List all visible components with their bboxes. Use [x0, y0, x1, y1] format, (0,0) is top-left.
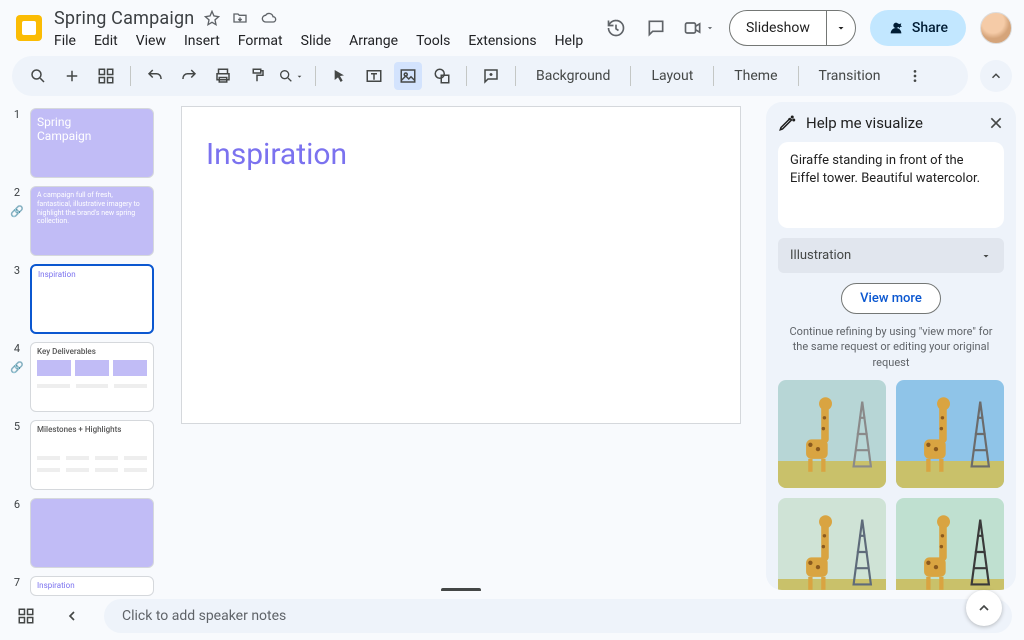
- menu-format[interactable]: Format: [238, 33, 283, 49]
- menu-tools[interactable]: Tools: [416, 33, 450, 49]
- thumbnail-slide-2[interactable]: A campaign full of fresh, fantastical, i…: [30, 186, 154, 256]
- menu-help[interactable]: Help: [555, 33, 584, 49]
- slideshow-dropdown[interactable]: [826, 11, 855, 45]
- notes-resize-handle[interactable]: [441, 588, 481, 592]
- speaker-notes-input[interactable]: Click to add speaker notes: [104, 599, 1012, 633]
- visualize-pencil-icon: [778, 114, 796, 132]
- thumbnail-slide-6[interactable]: [30, 498, 154, 568]
- undo-icon[interactable]: [141, 62, 169, 90]
- slide-title[interactable]: Inspiration: [182, 107, 740, 172]
- slide-canvas[interactable]: Inspiration: [181, 106, 741, 424]
- refine-hint: Continue refining by using "view more" f…: [778, 324, 1004, 370]
- print-icon[interactable]: [209, 62, 237, 90]
- chevron-down-icon: [980, 250, 992, 262]
- explore-fab[interactable]: [966, 590, 1002, 626]
- transition-button[interactable]: Transition: [809, 68, 891, 84]
- visualize-panel: Help me visualize Giraffe standing in fr…: [766, 102, 1016, 590]
- background-button[interactable]: Background: [526, 68, 620, 84]
- app-logo[interactable]: [12, 11, 46, 45]
- generated-images-grid: [778, 380, 1004, 590]
- account-avatar[interactable]: [980, 12, 1012, 44]
- collapse-toolbar-icon[interactable]: [980, 60, 1012, 92]
- image-tool-icon[interactable]: [394, 62, 422, 90]
- style-select[interactable]: Illustration: [778, 238, 1004, 273]
- meet-icon[interactable]: [683, 15, 715, 41]
- cloud-status-icon[interactable]: [260, 10, 278, 26]
- comments-icon[interactable]: [643, 15, 669, 41]
- more-tools-icon[interactable]: [901, 62, 929, 90]
- thumbnail-slide-3[interactable]: Inspiration: [30, 264, 154, 334]
- search-tool-icon[interactable]: [24, 62, 52, 90]
- history-icon[interactable]: [603, 15, 629, 41]
- link-icon: 🔗: [10, 361, 24, 374]
- view-more-button[interactable]: View more: [841, 283, 941, 314]
- theme-button[interactable]: Theme: [724, 68, 787, 84]
- comment-tool-icon[interactable]: [477, 62, 505, 90]
- thumbnail-slide-4[interactable]: Key Deliverables: [30, 342, 154, 412]
- select-tool-icon[interactable]: [326, 62, 354, 90]
- menu-bar: File Edit View Insert Format Slide Arran…: [54, 33, 595, 49]
- link-icon: 🔗: [10, 205, 24, 218]
- generated-image-1[interactable]: [778, 380, 886, 488]
- menu-insert[interactable]: Insert: [184, 33, 220, 49]
- menu-view[interactable]: View: [136, 33, 166, 49]
- grid-view-icon[interactable]: [12, 602, 40, 630]
- menu-file[interactable]: File: [54, 33, 76, 49]
- zoom-icon[interactable]: [277, 62, 305, 90]
- redo-icon[interactable]: [175, 62, 203, 90]
- previous-icon[interactable]: [58, 602, 86, 630]
- thumbnail-slide-1[interactable]: Spring Campaign: [30, 108, 154, 178]
- menu-arrange[interactable]: Arrange: [349, 33, 398, 49]
- prompt-input[interactable]: Giraffe standing in front of the Eiffel …: [778, 142, 1004, 228]
- templates-icon[interactable]: [92, 62, 120, 90]
- share-button[interactable]: Share: [870, 10, 966, 46]
- generated-image-4[interactable]: [896, 498, 1004, 590]
- generated-image-3[interactable]: [778, 498, 886, 590]
- thumbnail-slide-5[interactable]: Milestones + Highlights: [30, 420, 154, 490]
- canvas-area: Inspiration: [164, 102, 766, 598]
- thumbnail-panel: 1 Spring Campaign 2🔗 A campaign full of …: [0, 102, 164, 598]
- slideshow-button[interactable]: Slideshow: [729, 10, 856, 46]
- new-slide-icon[interactable]: [58, 62, 86, 90]
- menu-extensions[interactable]: Extensions: [468, 33, 536, 49]
- menu-slide[interactable]: Slide: [301, 33, 331, 49]
- shape-tool-icon[interactable]: [428, 62, 456, 90]
- document-title[interactable]: Spring Campaign: [54, 8, 194, 29]
- close-icon[interactable]: [988, 115, 1004, 131]
- thumbnail-slide-7[interactable]: Inspiration: [30, 576, 154, 596]
- generated-image-2[interactable]: [896, 380, 1004, 488]
- menu-edit[interactable]: Edit: [94, 33, 118, 49]
- star-icon[interactable]: [204, 10, 220, 26]
- panel-title: Help me visualize: [806, 114, 978, 132]
- paint-format-icon[interactable]: [243, 62, 271, 90]
- toolbar: Background Layout Theme Transition: [12, 56, 968, 96]
- textbox-tool-icon[interactable]: [360, 62, 388, 90]
- layout-button[interactable]: Layout: [641, 68, 703, 84]
- move-icon[interactable]: [232, 10, 248, 26]
